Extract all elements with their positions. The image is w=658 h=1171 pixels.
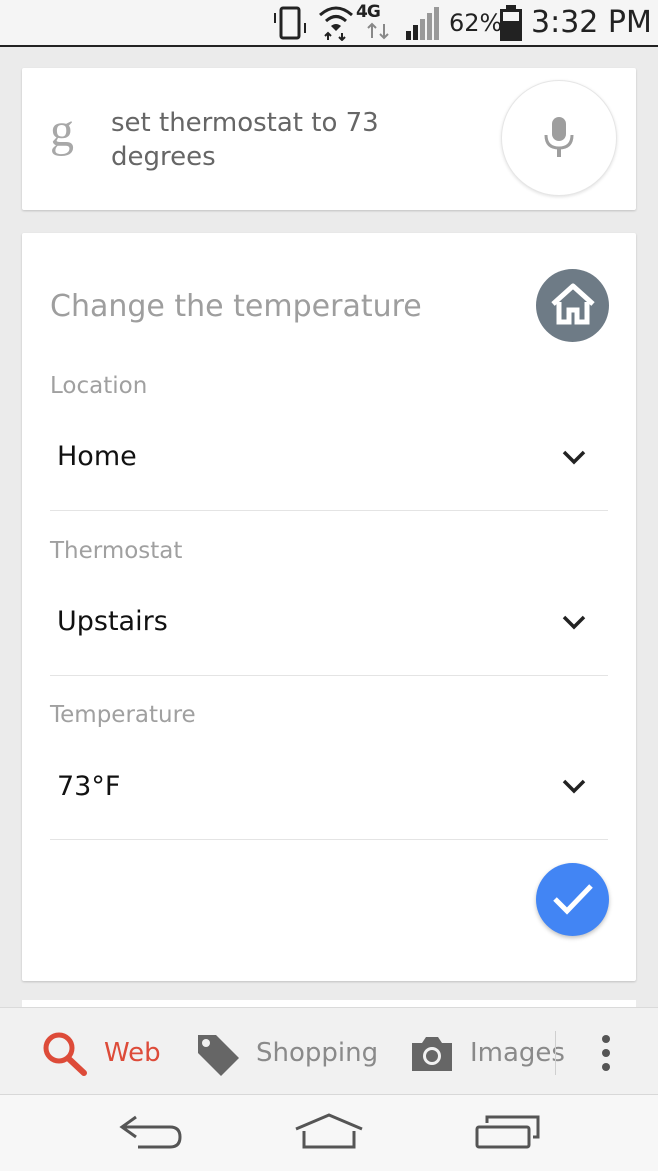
tab-images-label: Images <box>470 1038 565 1068</box>
wifi-icon <box>319 6 353 41</box>
data-arrows-icon <box>367 22 389 40</box>
location-select[interactable]: Home <box>57 441 137 472</box>
camera-icon <box>412 1037 452 1071</box>
tab-shopping[interactable]: Shopping <box>192 1007 379 1094</box>
clock: 3:32 PM <box>531 5 652 40</box>
battery-icon <box>500 5 522 41</box>
field-divider <box>50 675 608 676</box>
back-icon[interactable] <box>118 1113 186 1153</box>
google-logo: g <box>50 104 74 157</box>
location-label: Location <box>50 373 148 399</box>
tag-icon <box>198 1035 239 1076</box>
field-divider <box>50 839 608 840</box>
search-icon <box>43 1032 87 1076</box>
voice-search-button[interactable] <box>501 80 617 196</box>
card-title: Change the temperature <box>50 289 422 324</box>
tab-web[interactable]: Web <box>40 1007 165 1094</box>
tab-web-label: Web <box>104 1038 161 1068</box>
overflow-menu-button[interactable] <box>593 1030 619 1076</box>
search-query[interactable]: set thermostat to 73 degrees <box>111 106 411 174</box>
system-navigation-bar <box>0 1094 658 1171</box>
temperature-select[interactable]: 73°F <box>57 771 120 802</box>
check-icon <box>553 884 593 915</box>
tab-images[interactable]: Images <box>408 1007 565 1094</box>
home-badge <box>536 269 609 342</box>
chevron-down-icon[interactable] <box>561 777 587 795</box>
network-type-label: 4G <box>356 2 381 22</box>
field-divider <box>50 510 608 511</box>
tab-shopping-label: Shopping <box>256 1038 379 1068</box>
temperature-label: Temperature <box>50 702 196 728</box>
thermostat-label: Thermostat <box>50 538 183 564</box>
status-bar: 4G 62% 3:32 PM <box>0 0 658 47</box>
thermostat-select[interactable]: Upstairs <box>57 606 168 637</box>
recent-apps-icon[interactable] <box>474 1113 542 1151</box>
home-icon <box>551 283 595 325</box>
microphone-icon <box>544 117 574 157</box>
home-nav-icon[interactable] <box>292 1111 366 1151</box>
dot <box>602 1063 610 1071</box>
confirm-button[interactable] <box>536 863 609 936</box>
dot <box>602 1035 610 1043</box>
signal-icon <box>406 7 439 40</box>
chevron-down-icon[interactable] <box>561 448 587 466</box>
tab-separator <box>555 1031 556 1075</box>
chevron-down-icon[interactable] <box>561 613 587 631</box>
battery-percent: 62% <box>449 9 503 37</box>
vibrate-icon <box>274 6 306 40</box>
dot <box>602 1049 610 1057</box>
